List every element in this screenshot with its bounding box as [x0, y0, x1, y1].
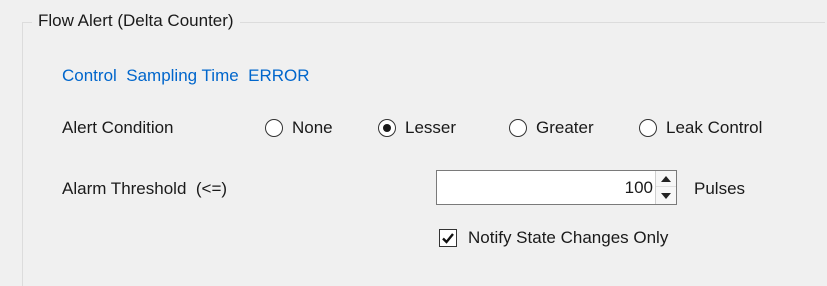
threshold-spinner[interactable]	[655, 171, 676, 204]
radio-greater[interactable]: Greater	[509, 116, 594, 140]
notify-checkbox-box[interactable]	[439, 229, 457, 247]
checkmark-icon	[442, 233, 454, 244]
radio-leak-control-label: Leak Control	[666, 118, 763, 137]
spin-up-button[interactable]	[656, 171, 676, 187]
radio-lesser[interactable]: Lesser	[378, 116, 456, 140]
groupbox-title: Flow Alert (Delta Counter)	[32, 10, 240, 32]
radio-lesser-circle[interactable]	[378, 119, 396, 137]
alarm-threshold-label: Alarm Threshold (<=)	[62, 179, 228, 198]
threshold-unit: Pulses	[694, 179, 746, 198]
radio-greater-circle[interactable]	[509, 119, 527, 137]
chevron-down-icon	[661, 192, 671, 199]
notify-state-changes-checkbox[interactable]: Notify State Changes Only	[439, 226, 668, 250]
spin-down-button[interactable]	[656, 187, 676, 204]
threshold-input[interactable]	[437, 171, 655, 204]
notify-label: Notify State Changes Only	[468, 228, 669, 247]
radio-none[interactable]: None	[265, 116, 333, 140]
alert-condition-label: Alert Condition	[62, 118, 174, 137]
radio-leak-control[interactable]: Leak Control	[639, 116, 762, 140]
radio-greater-label: Greater	[536, 118, 594, 137]
radio-lesser-label: Lesser	[405, 118, 457, 137]
radio-none-label: None	[292, 118, 333, 137]
radio-none-circle[interactable]	[265, 119, 283, 137]
threshold-numeric-updown[interactable]	[436, 170, 677, 205]
chevron-up-icon	[661, 175, 671, 182]
flow-alert-groupbox	[22, 22, 825, 286]
radio-leak-control-circle[interactable]	[639, 119, 657, 137]
error-message: Control Sampling Time ERROR	[62, 66, 310, 85]
